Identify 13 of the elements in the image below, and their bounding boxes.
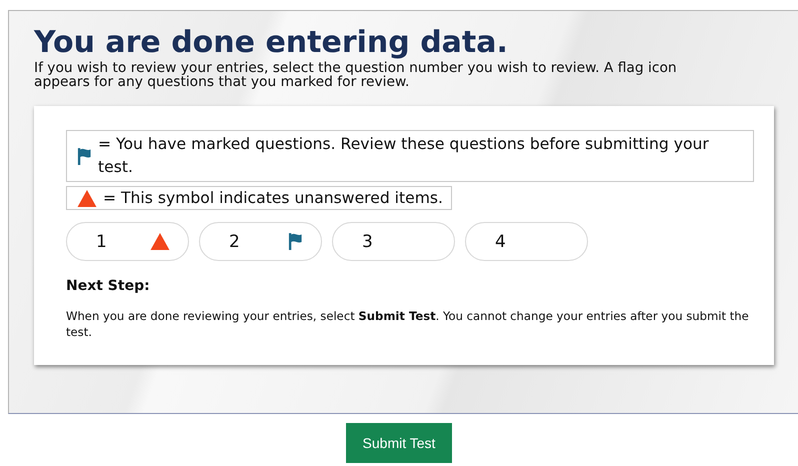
page-heading: You are done entering data. — [34, 25, 509, 61]
question-button[interactable]: 1 — [66, 222, 189, 261]
question-button[interactable]: 3 — [332, 222, 455, 261]
legend-item: = You have marked questions. Review these questions before submitting your test. — [66, 130, 754, 182]
instructions-text: If you wish to review your entries, select the question number you wish to review. A flag icon appears for any questions that you marked for review. — [34, 61, 678, 89]
submit-test-button[interactable]: Submit Test — [346, 423, 452, 463]
flag-icon — [77, 148, 92, 164]
next-step-text: When you are done reviewing your entries, select Submit Test. You cannot change your entries after you submit the test. — [66, 308, 750, 340]
question-button[interactable]: 2 — [199, 222, 322, 261]
question-button[interactable]: 4 — [465, 222, 588, 261]
warning-triangle-icon — [77, 190, 97, 206]
next-step-heading: Next Step: — [66, 278, 151, 294]
legend-item: = This symbol indicates unanswered items. — [66, 186, 452, 210]
